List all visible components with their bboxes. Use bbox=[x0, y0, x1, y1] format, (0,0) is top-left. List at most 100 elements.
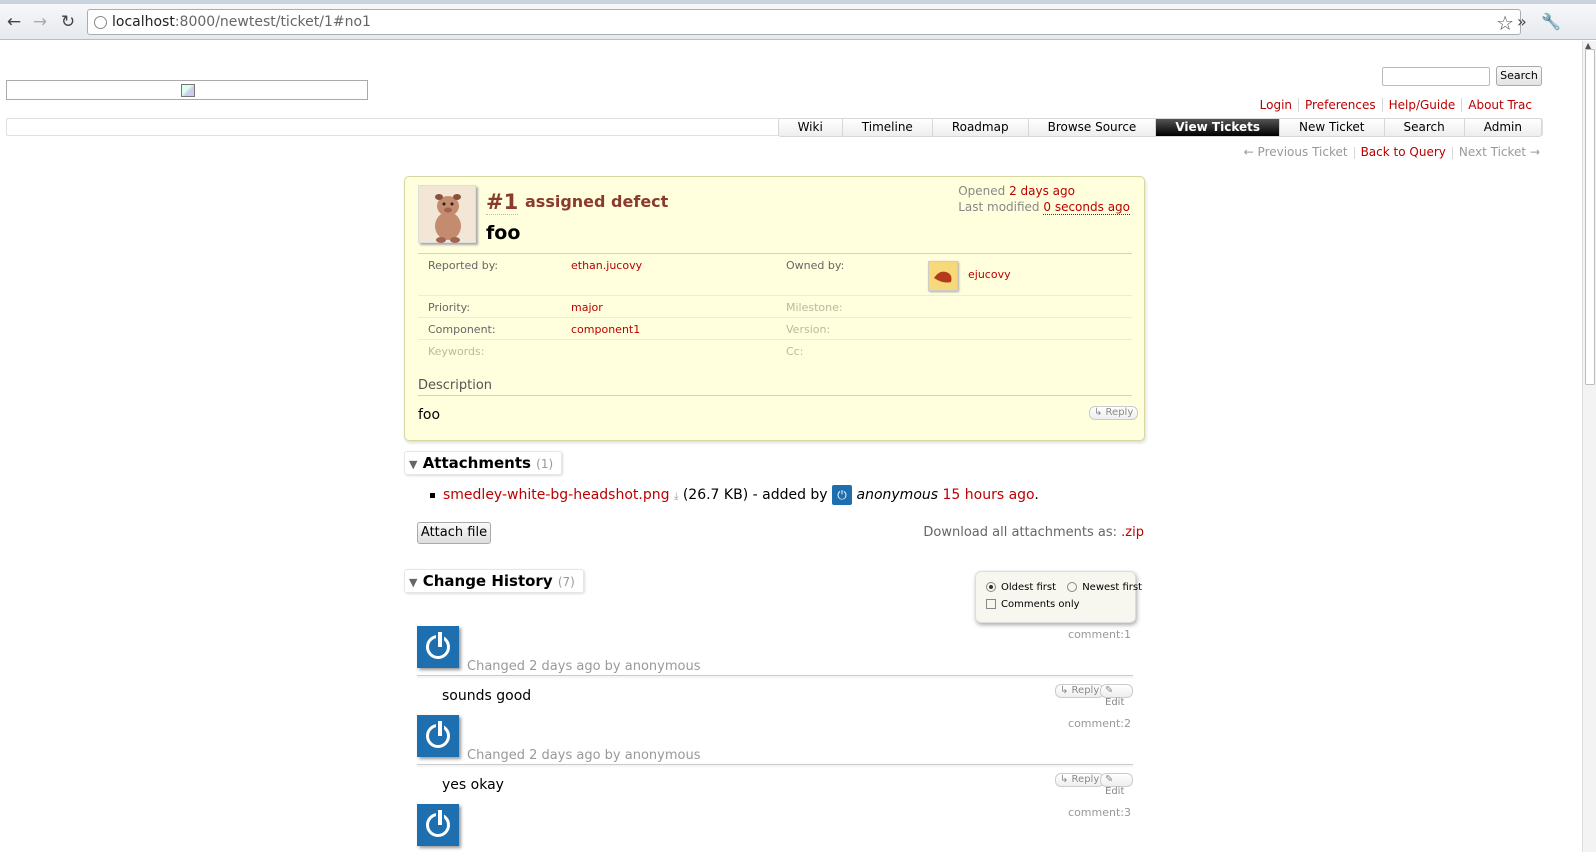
component-label: Component: bbox=[428, 323, 496, 336]
anonymous-avatar bbox=[417, 715, 459, 757]
oldest-first-radio[interactable] bbox=[986, 582, 996, 592]
modified-link[interactable]: 0 seconds ago bbox=[1043, 200, 1130, 215]
comments-only-label: Comments only bbox=[1001, 599, 1080, 610]
collapse-triangle-icon: ▼ bbox=[409, 576, 418, 589]
attachment-author: anonymous bbox=[856, 487, 939, 503]
more-chevron-icon[interactable]: » bbox=[1517, 12, 1527, 31]
search-button[interactable]: Search bbox=[1496, 66, 1542, 86]
nav-admin[interactable]: Admin bbox=[1463, 119, 1541, 136]
site-logo[interactable] bbox=[6, 80, 368, 100]
reporter-avatar bbox=[418, 185, 476, 243]
comments-only-checkbox[interactable] bbox=[986, 599, 996, 609]
scroll-thumb[interactable] bbox=[1585, 49, 1595, 385]
context-nav: ← Previous Ticket Back to Query Next Ticke… bbox=[1244, 145, 1540, 159]
comment-number-link[interactable]: comment:2 bbox=[1068, 717, 1131, 730]
download-zip-link[interactable]: .zip bbox=[1121, 525, 1144, 540]
comment-text: yes okay bbox=[442, 777, 504, 793]
page-scrollbar[interactable]: ▲ bbox=[1582, 41, 1596, 852]
comment-reply-button[interactable]: ↳ Reply bbox=[1055, 684, 1105, 698]
change-entry: comment:2 Changed 2 days ago by anonymou… bbox=[417, 715, 1133, 805]
comment-edit-button[interactable]: ✎ Edit bbox=[1100, 773, 1133, 797]
change-history-count: (7) bbox=[557, 575, 575, 589]
attach-file-button[interactable]: Attach file bbox=[417, 522, 491, 544]
description-reply-button[interactable]: ↳ Reply bbox=[1089, 406, 1139, 420]
attachments-heading[interactable]: ▼ Attachments (1) bbox=[404, 451, 563, 475]
nav-timeline[interactable]: Timeline bbox=[841, 119, 932, 136]
attachments-title: Attachments bbox=[422, 454, 531, 472]
reload-icon[interactable]: ↻ bbox=[58, 12, 78, 32]
comment-edit-button[interactable]: ✎ Edit bbox=[1100, 684, 1133, 708]
nav-view-tickets[interactable]: View Tickets bbox=[1155, 119, 1280, 136]
ticket-id[interactable]: #1 bbox=[486, 190, 519, 215]
anonymous-avatar bbox=[417, 804, 459, 846]
url-path: :8000/newtest/ticket/1#no1 bbox=[174, 14, 371, 30]
forward-arrow-icon[interactable]: → bbox=[30, 12, 50, 32]
back-arrow-icon[interactable]: ← bbox=[4, 12, 24, 32]
collapse-triangle-icon: ▼ bbox=[409, 458, 418, 471]
ticket-box: #1 assigned defect foo Opened 2 days ago… bbox=[404, 176, 1145, 441]
priority-label: Priority: bbox=[428, 301, 471, 314]
opened-label: Opened bbox=[958, 184, 1006, 198]
attachment-link[interactable]: smedley-white-bg-headshot.png bbox=[443, 487, 670, 503]
priority-value[interactable]: major bbox=[571, 301, 603, 314]
version-label: Version: bbox=[786, 323, 831, 336]
newest-first-radio[interactable] bbox=[1067, 582, 1078, 592]
main-nav: Wiki Timeline Roadmap Browse Source View… bbox=[777, 118, 1542, 137]
change-history-title: Change History bbox=[422, 572, 553, 590]
search-input[interactable] bbox=[1382, 67, 1490, 86]
history-preferences: Oldest first Newest first Comments only bbox=[975, 571, 1142, 623]
ticket-status-type: assigned defect bbox=[525, 192, 669, 211]
login-link[interactable]: Login bbox=[1254, 98, 1298, 112]
newest-first-label: Newest first bbox=[1082, 582, 1143, 593]
back-to-query-link[interactable]: Back to Query bbox=[1361, 145, 1446, 159]
previous-ticket-link[interactable]: ← Previous Ticket bbox=[1244, 145, 1348, 159]
component-value[interactable]: component1 bbox=[571, 323, 640, 336]
opened-link[interactable]: 2 days ago bbox=[1009, 184, 1075, 198]
property-row: Reported by: ethan.jucovy Owned by: ejuc… bbox=[418, 254, 1132, 296]
bookmark-star-icon[interactable]: ☆ bbox=[1496, 11, 1514, 35]
next-ticket-link[interactable]: Next Ticket → bbox=[1459, 145, 1540, 159]
broken-image-icon bbox=[181, 84, 195, 97]
property-row: Component: component1 Version: bbox=[418, 318, 1132, 340]
meta-nav: Login Preferences Help/Guide About Trac bbox=[1254, 98, 1538, 112]
browser-toolbar: ← → ↻ localhost:8000/newtest/ticket/1#no… bbox=[0, 4, 1596, 40]
nav-search[interactable]: Search bbox=[1383, 119, 1464, 136]
description-text: foo bbox=[418, 407, 441, 423]
download-all: Download all attachments as: .zip bbox=[923, 525, 1144, 540]
comment-number-link[interactable]: comment:3 bbox=[1068, 806, 1131, 819]
property-row: Keywords: Cc: bbox=[418, 340, 1132, 362]
change-history-heading[interactable]: ▼ Change History (7) bbox=[404, 569, 584, 593]
property-row: Priority: major Milestone: bbox=[418, 296, 1132, 318]
globe-icon bbox=[94, 16, 107, 29]
download-icon[interactable]: ⤓ bbox=[674, 491, 678, 502]
reported-by-value[interactable]: ethan.jucovy bbox=[571, 259, 642, 272]
attachments-count: (1) bbox=[536, 457, 554, 471]
comment-number-link[interactable]: comment:1 bbox=[1068, 628, 1131, 641]
page: Search Login Preferences Help/Guide About T… bbox=[0, 41, 1582, 852]
milestone-label: Milestone: bbox=[786, 301, 843, 314]
change-divider bbox=[417, 675, 1133, 676]
wrench-icon[interactable]: 🔧 bbox=[1541, 12, 1561, 31]
nav-wiki[interactable]: Wiki bbox=[778, 119, 842, 136]
nav-roadmap[interactable]: Roadmap bbox=[931, 119, 1028, 136]
url-host: localhost bbox=[112, 14, 175, 30]
change-byline: Changed 2 days ago by anonymous bbox=[467, 748, 701, 763]
comment-text: sounds good bbox=[442, 688, 532, 704]
change-entry: comment:3 bbox=[417, 804, 1133, 852]
cc-label: Cc: bbox=[786, 345, 804, 358]
nav-browse-source[interactable]: Browse Source bbox=[1027, 119, 1156, 136]
comment-reply-button[interactable]: ↳ Reply bbox=[1055, 773, 1105, 787]
ticket-summary: foo bbox=[486, 222, 521, 244]
owned-by-value[interactable]: ejucovy bbox=[968, 268, 1011, 281]
change-byline: Changed 2 days ago by anonymous bbox=[467, 659, 701, 674]
attachment-size: (26.7 KB) - added by bbox=[682, 487, 828, 503]
about-trac-link[interactable]: About Trac bbox=[1461, 98, 1538, 112]
nav-new-ticket[interactable]: New Ticket bbox=[1279, 119, 1384, 136]
help-guide-link[interactable]: Help/Guide bbox=[1381, 98, 1462, 112]
address-bar[interactable]: localhost:8000/newtest/ticket/1#no1 ☆ bbox=[87, 9, 1521, 35]
attachment-time-link[interactable]: 15 hours ago bbox=[943, 487, 1035, 503]
preferences-link[interactable]: Preferences bbox=[1298, 98, 1382, 112]
ticket-properties: Reported by: ethan.jucovy Owned by: ejuc… bbox=[418, 253, 1132, 362]
description-heading: Description bbox=[418, 378, 1132, 396]
keywords-label: Keywords: bbox=[428, 345, 485, 358]
